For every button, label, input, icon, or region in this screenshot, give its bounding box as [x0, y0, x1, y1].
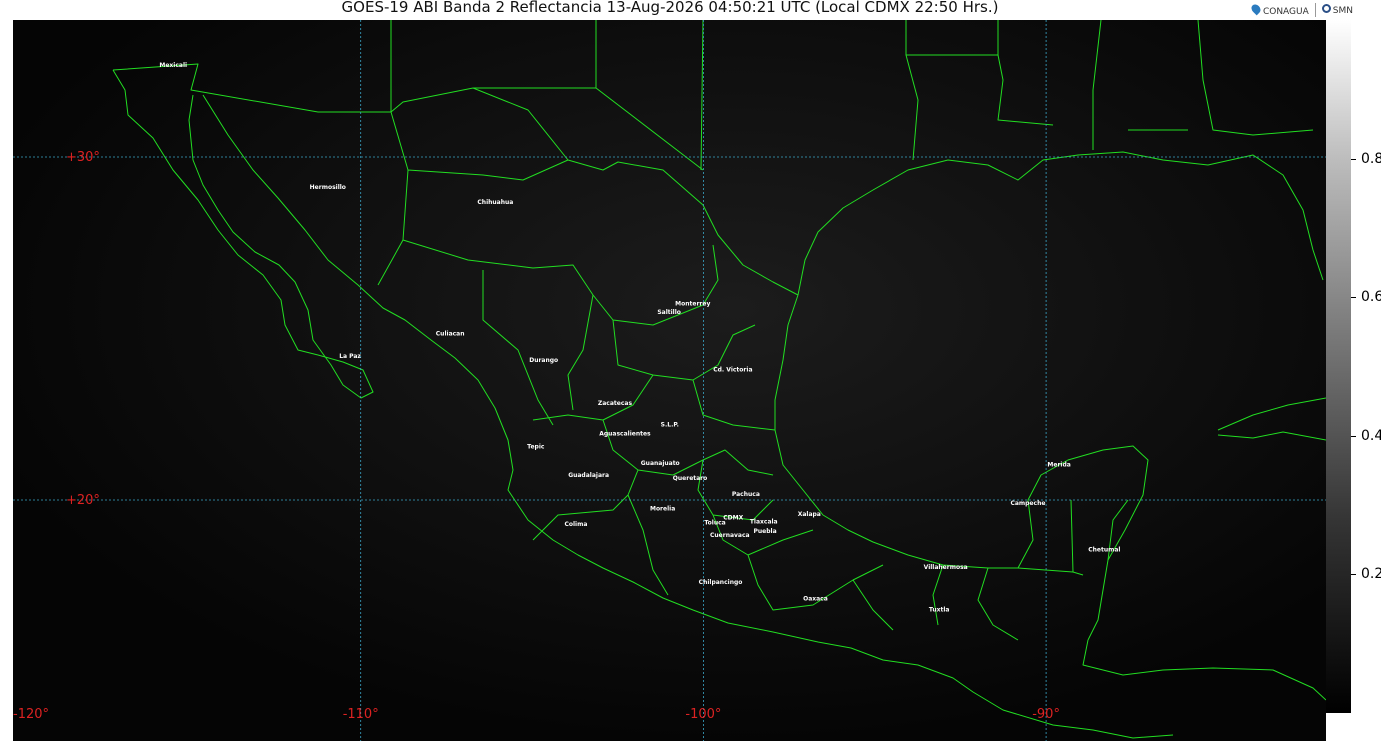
city-label: Durango [529, 357, 558, 364]
longitude-label: -90° [1032, 707, 1060, 722]
agency-logos: CONAGUA SMN [1249, 2, 1353, 17]
city-label: Xalapa [798, 511, 821, 518]
colorbar-tick-label: 0.4 [1361, 427, 1381, 444]
city-label: Chihuahua [477, 199, 513, 206]
city-label: Guanajuato [641, 460, 680, 467]
colorbar-tick [1351, 435, 1356, 437]
city-label: Merida [1047, 462, 1070, 469]
longitude-label: -120° [13, 707, 49, 722]
city-label: Chilpancingo [699, 579, 743, 586]
city-label: Saltillo [657, 309, 681, 316]
satellite-map[interactable]: +30° +20° -120° -110° -100° -90° Mexicali Herm… [13, 20, 1326, 741]
latitude-label: +30° [66, 150, 100, 165]
colorbar-tick-label: 0.6 [1361, 289, 1381, 306]
city-label: Monterrey [675, 301, 710, 308]
city-label: Tepic [527, 444, 545, 451]
colorbar-tick [1351, 297, 1356, 299]
city-label: Campeche [1010, 500, 1045, 507]
city-label: Cuernavaca [710, 532, 750, 539]
city-label: Puebla [754, 528, 777, 535]
city-label: Queretaro [673, 475, 707, 482]
city-label: Oaxaca [803, 595, 828, 602]
city-label: Tuxtla [929, 606, 950, 613]
city-label: Cd. Victoria [713, 367, 752, 374]
colorbar-tick [1351, 158, 1356, 160]
page-title: GOES-19 ABI Banda 2 Reflectancia 13-Aug-… [341, 0, 999, 16]
city-label: CDMX [723, 515, 743, 522]
longitude-label: -110° [343, 707, 379, 722]
latitude-label: +20° [66, 493, 100, 508]
city-label: Mexicali [159, 62, 187, 69]
longitude-label: -100° [685, 707, 721, 722]
map-background [13, 20, 1326, 741]
colorbar-tick-label: 0.8 [1361, 150, 1381, 167]
city-label: Pachuca [732, 491, 760, 498]
city-label: La Paz [339, 353, 361, 360]
logo-divider [1314, 3, 1316, 17]
city-label: Morelia [650, 505, 675, 512]
city-label: Tlaxcala [750, 519, 778, 526]
conagua-drop-icon [1249, 2, 1263, 15]
reflectance-colorbar [1326, 20, 1351, 713]
city-label: S.L.P. [661, 421, 679, 428]
colorbar-tick-label: 0.2 [1361, 566, 1381, 583]
city-label: Aguascalientes [599, 431, 651, 438]
city-label: Colima [564, 521, 587, 528]
conagua-logo: CONAGUA [1249, 2, 1309, 17]
smn-sun-icon [1321, 4, 1331, 13]
city-label: Zacatecas [598, 400, 633, 407]
city-label: Culiacan [436, 330, 465, 337]
colorbar-tick [1351, 574, 1356, 576]
city-label: Guadalajara [568, 472, 609, 479]
city-label: Villahermosa [924, 564, 968, 571]
smn-logo: SMN [1321, 4, 1353, 16]
city-label: Chetumal [1088, 546, 1120, 553]
city-label: Hermosillo [310, 184, 346, 191]
